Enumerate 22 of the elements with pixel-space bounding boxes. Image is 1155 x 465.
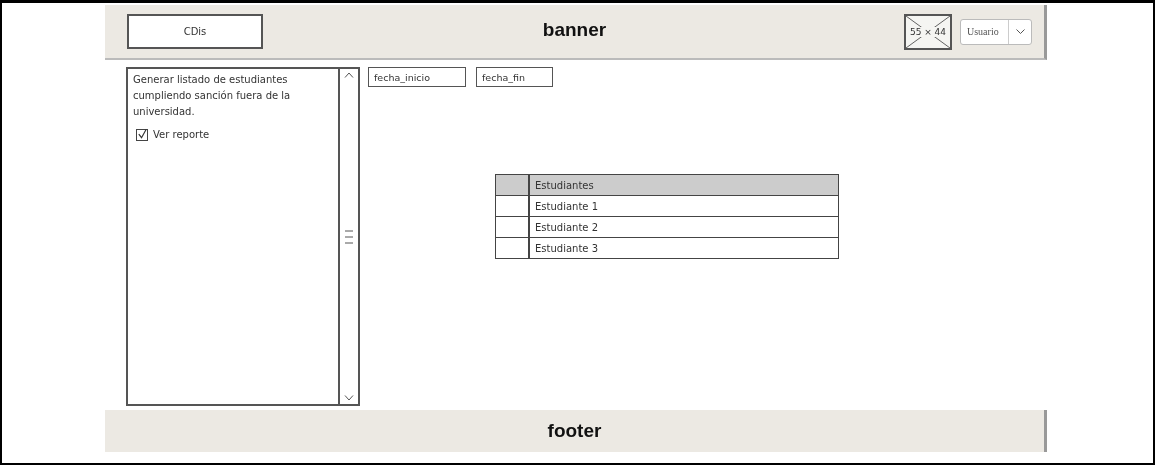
scroll-down-icon[interactable] [344, 395, 354, 401]
table-cell [495, 237, 529, 259]
image-size-label: 55 × 44 [909, 26, 947, 37]
chevron-down-icon [1015, 29, 1025, 34]
column-header: Estudiantes [529, 174, 839, 196]
footer-title: footer [547, 420, 602, 442]
scroll-up-icon[interactable] [344, 72, 354, 78]
checkbox[interactable] [136, 129, 148, 141]
table-cell: Estudiante 1 [529, 195, 839, 217]
date-field[interactable]: fecha_inicio [368, 67, 466, 87]
user-dropdown[interactable]: Usuario [960, 18, 1032, 45]
banner-title: banner [542, 18, 607, 41]
table-cell: Estudiante 2 [529, 216, 839, 238]
table-cell: Estudiante 3 [529, 237, 839, 259]
table-cell [495, 216, 529, 238]
checkbox-label[interactable]: Ver reporte [153, 127, 210, 143]
table-cell [495, 195, 529, 217]
date-field[interactable]: fecha_fin [476, 67, 553, 87]
scroll-thumb-icon[interactable] [344, 229, 354, 244]
logo-text: CDis [183, 26, 207, 37]
task-description: Generar listado de estudiantes cumpliendo sanción fuera de la universidad. [133, 73, 292, 119]
column-header [495, 174, 529, 196]
